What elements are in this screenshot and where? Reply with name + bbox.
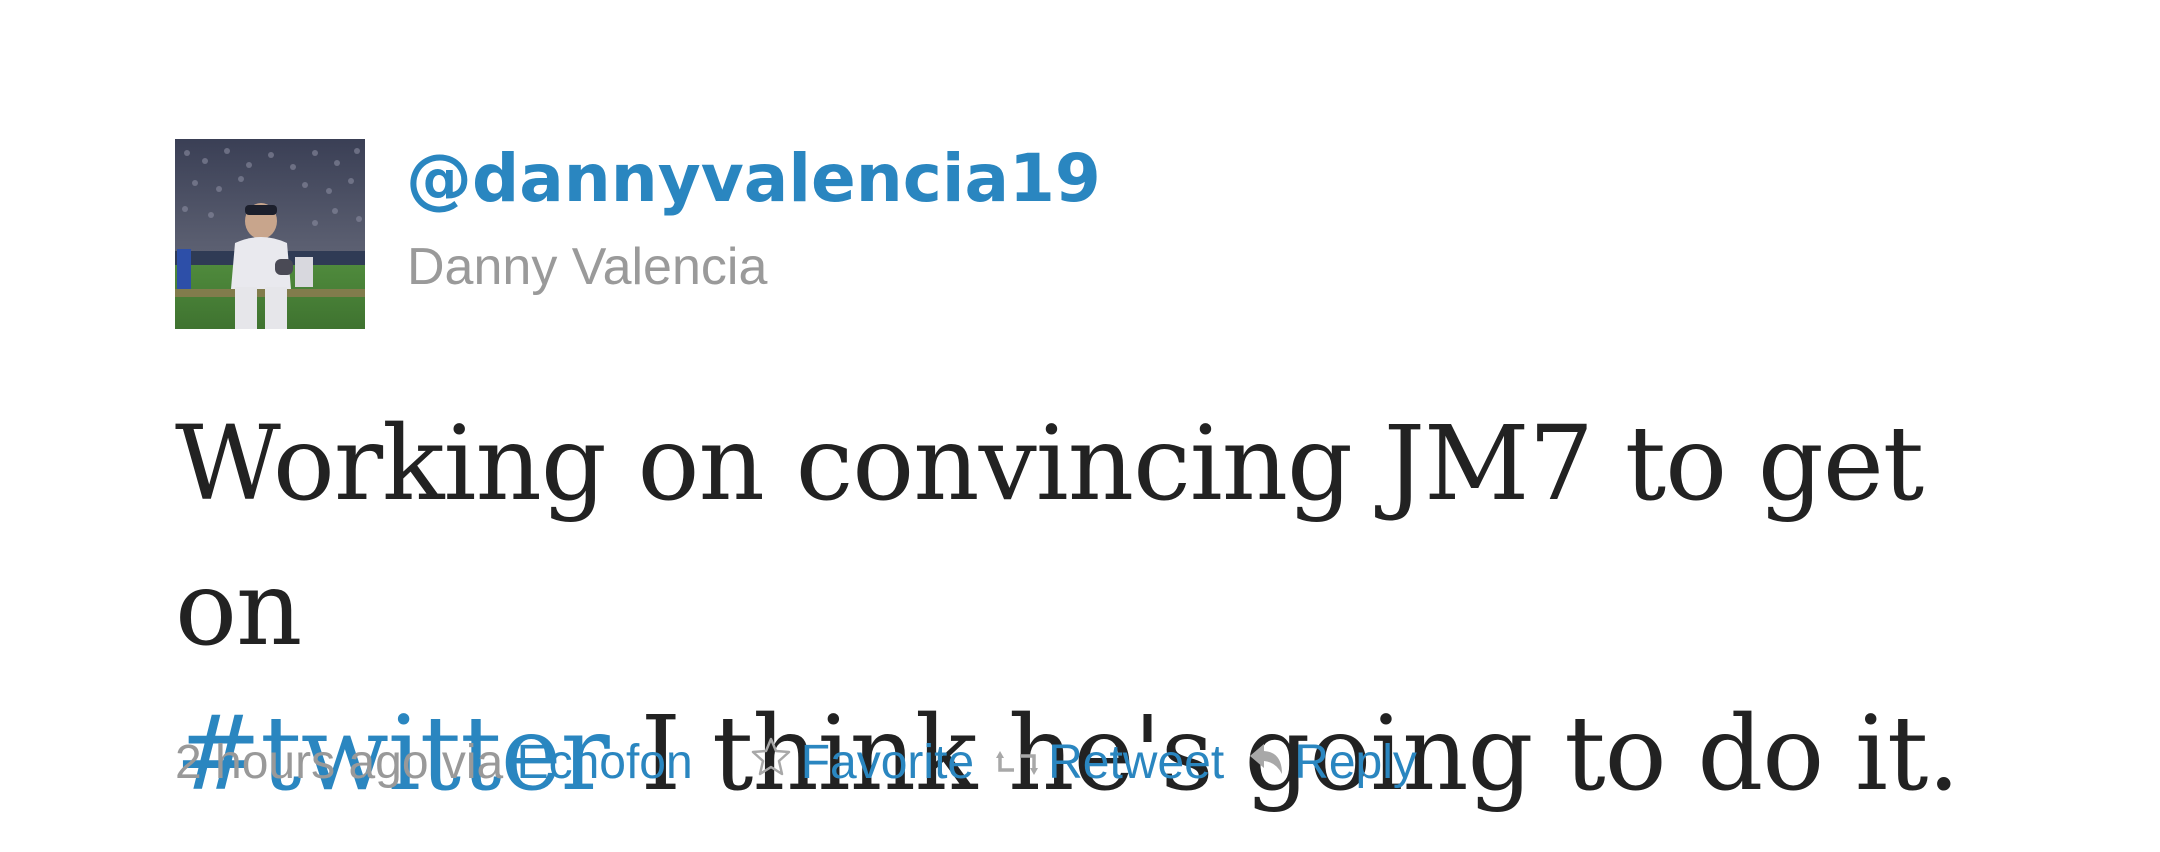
reply-label: Reply — [1294, 735, 1417, 789]
favorite-label: Favorite — [800, 735, 975, 789]
reply-arrow-icon — [1248, 735, 1284, 790]
avatar[interactable] — [175, 139, 365, 329]
reply-button[interactable]: Reply — [1248, 735, 1417, 790]
tweet-meta-row: 2 hours ago via Echofon Favorite Retweet — [175, 730, 1417, 794]
retweet-button[interactable]: Retweet — [996, 735, 1224, 790]
via-label: via — [428, 735, 517, 789]
star-icon — [751, 735, 791, 790]
tweet-text-part: Working on convincing JM7 to get on — [175, 404, 1924, 669]
user-handle[interactable]: @dannyvalencia19 — [406, 138, 1101, 220]
favorite-button[interactable]: Favorite — [751, 735, 974, 790]
avatar-photo — [175, 139, 365, 329]
retweet-label: Retweet — [1048, 735, 1225, 789]
source-link[interactable]: Echofon — [517, 735, 693, 790]
retweet-icon — [996, 735, 1039, 790]
tweet-card: @dannyvalencia19 Danny Valencia Working … — [0, 0, 2160, 852]
timestamp-link[interactable]: 2 hours ago — [175, 735, 429, 790]
user-display-name: Danny Valencia — [407, 238, 768, 296]
